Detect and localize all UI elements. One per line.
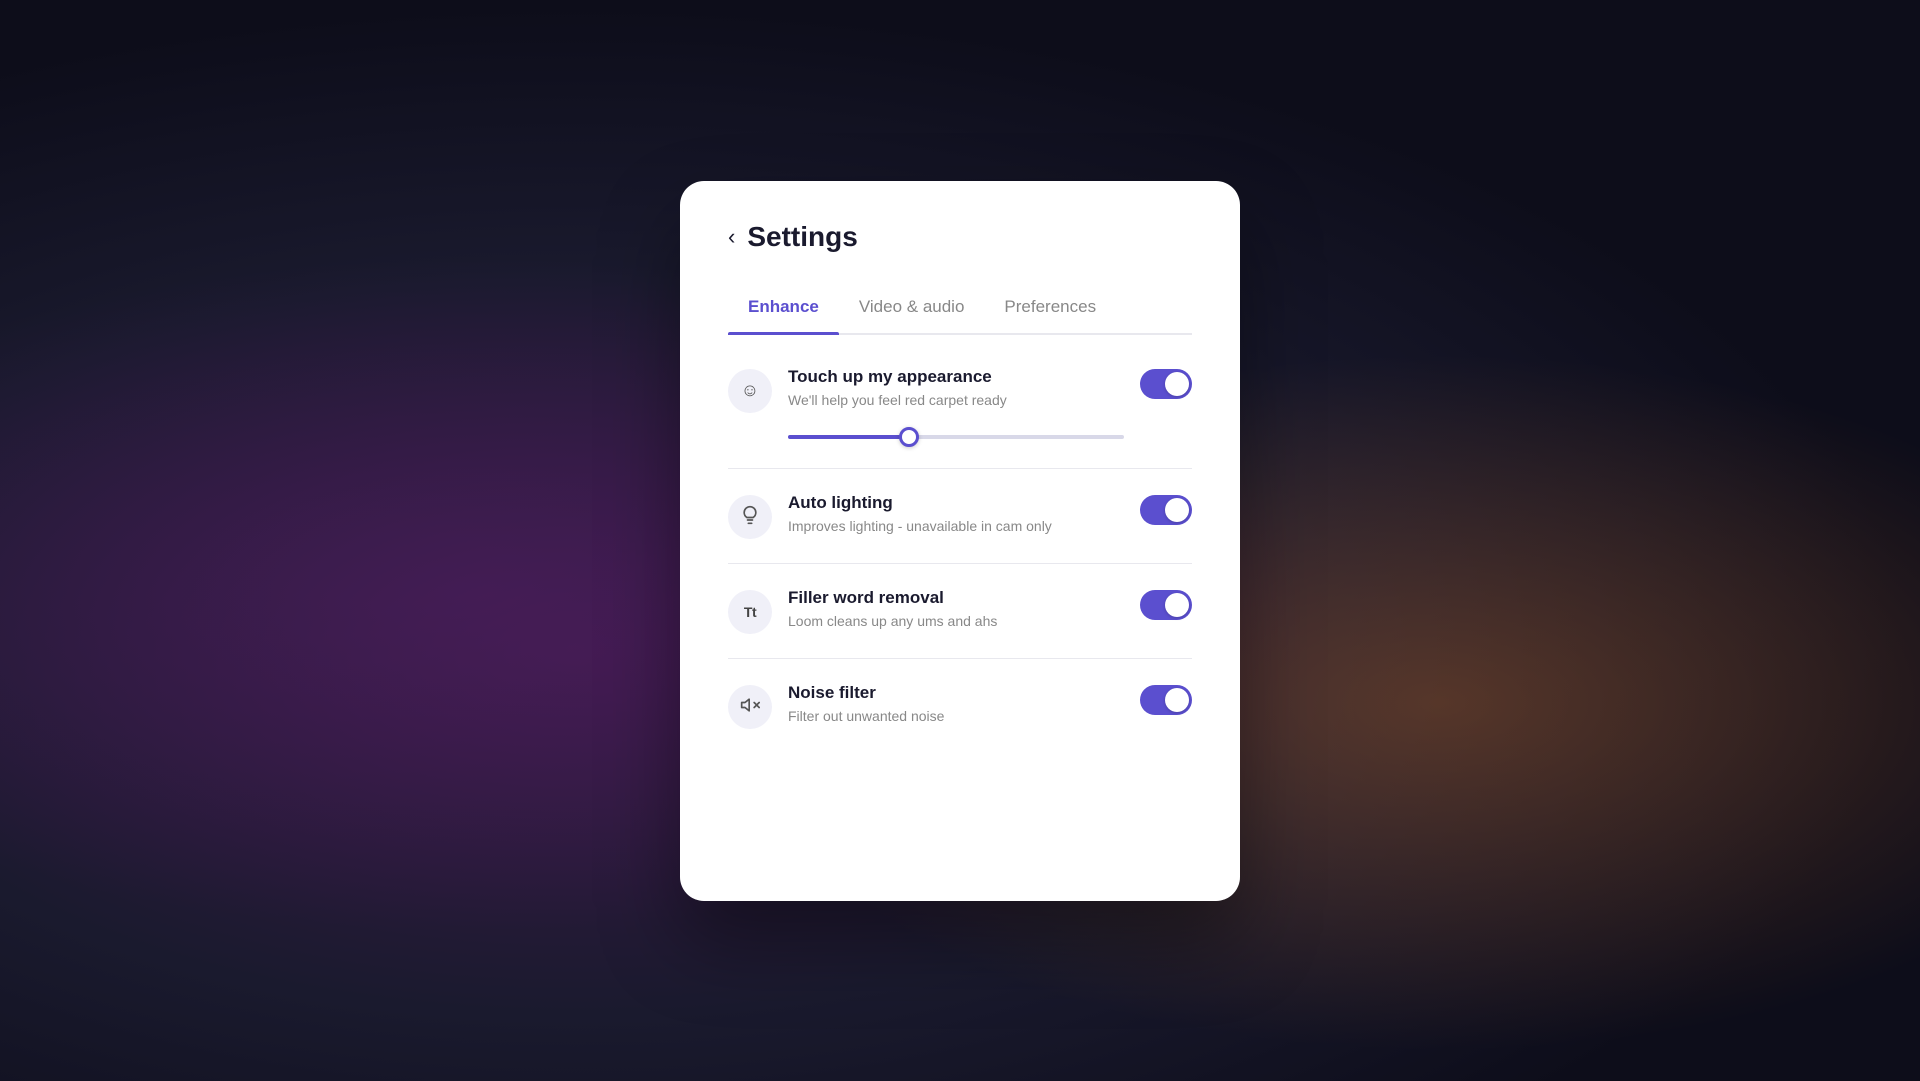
touch-up-title: Touch up my appearance bbox=[788, 367, 1124, 387]
auto-lighting-content: Auto lighting Improves lighting - unavai… bbox=[788, 493, 1124, 537]
touch-up-desc: We'll help you feel red carpet ready bbox=[788, 391, 1124, 411]
back-button[interactable]: ‹ bbox=[728, 226, 735, 248]
face-icon: ☺ bbox=[741, 380, 759, 401]
touch-up-content: Touch up my appearance We'll help you fe… bbox=[788, 367, 1124, 445]
touch-up-icon-wrap: ☺ bbox=[728, 369, 772, 413]
touch-up-toggle-wrap bbox=[1140, 367, 1192, 399]
settings-modal: ‹ Settings Enhance Video & audio Prefere… bbox=[680, 181, 1240, 901]
header: ‹ Settings bbox=[728, 221, 1192, 253]
noise-filter-toggle[interactable] bbox=[1140, 685, 1192, 715]
touch-up-slider[interactable] bbox=[788, 435, 1124, 439]
noise-filter-desc: Filter out unwanted noise bbox=[788, 707, 1124, 727]
filler-word-toggle-wrap bbox=[1140, 588, 1192, 620]
filler-word-icon-wrap: Tt bbox=[728, 590, 772, 634]
setting-item-touch-up: ☺ Touch up my appearance We'll help you … bbox=[728, 343, 1192, 470]
bulb-icon bbox=[740, 505, 760, 530]
touch-up-toggle[interactable] bbox=[1140, 369, 1192, 399]
setting-item-noise-filter: Noise filter Filter out unwanted noise bbox=[728, 659, 1192, 753]
filler-word-title: Filler word removal bbox=[788, 588, 1124, 608]
filler-word-content: Filler word removal Loom cleans up any u… bbox=[788, 588, 1124, 632]
page-title: Settings bbox=[747, 221, 857, 253]
tab-video-audio[interactable]: Video & audio bbox=[839, 285, 985, 333]
noise-filter-toggle-wrap bbox=[1140, 683, 1192, 715]
setting-item-filler-word: Tt Filler word removal Loom cleans up an… bbox=[728, 564, 1192, 659]
auto-lighting-desc: Improves lighting - unavailable in cam o… bbox=[788, 517, 1124, 537]
settings-list: ☺ Touch up my appearance We'll help you … bbox=[728, 343, 1192, 754]
text-tt-icon: Tt bbox=[744, 604, 756, 620]
setting-item-auto-lighting: Auto lighting Improves lighting - unavai… bbox=[728, 469, 1192, 564]
auto-lighting-icon-wrap bbox=[728, 495, 772, 539]
auto-lighting-title: Auto lighting bbox=[788, 493, 1124, 513]
noise-filter-content: Noise filter Filter out unwanted noise bbox=[788, 683, 1124, 727]
noise-filter-icon-wrap bbox=[728, 685, 772, 729]
noise-filter-title: Noise filter bbox=[788, 683, 1124, 703]
auto-lighting-toggle[interactable] bbox=[1140, 495, 1192, 525]
auto-lighting-toggle-wrap bbox=[1140, 493, 1192, 525]
filler-word-toggle[interactable] bbox=[1140, 590, 1192, 620]
tab-preferences[interactable]: Preferences bbox=[984, 285, 1116, 333]
speaker-mute-icon bbox=[740, 695, 760, 720]
touch-up-slider-wrap bbox=[788, 426, 1124, 444]
filler-word-desc: Loom cleans up any ums and ahs bbox=[788, 612, 1124, 632]
tabs-bar: Enhance Video & audio Preferences bbox=[728, 285, 1192, 335]
tab-enhance[interactable]: Enhance bbox=[728, 285, 839, 333]
